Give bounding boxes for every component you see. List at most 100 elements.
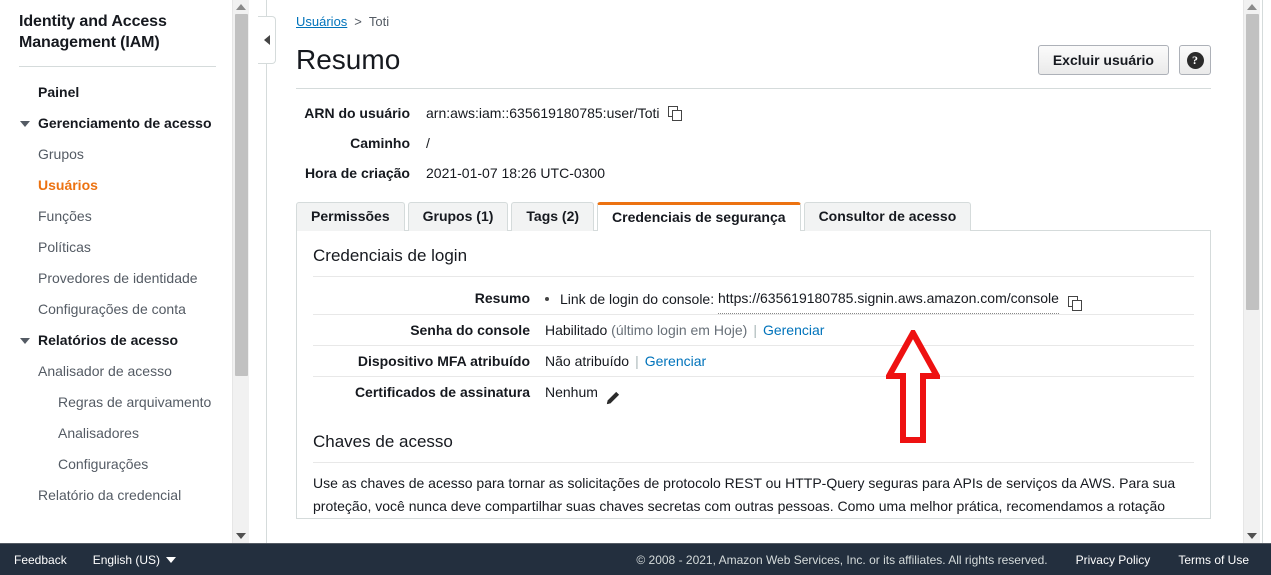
- header-divider: [296, 88, 1211, 89]
- credential-label: Certificados de assinatura: [354, 384, 530, 400]
- manage-mfa-link[interactable]: Gerenciar: [645, 346, 706, 376]
- window-right-edge: [1262, 0, 1271, 543]
- sidebar-item-label: Grupos: [38, 146, 84, 162]
- sidebar-item-label: Painel: [38, 84, 80, 100]
- tab-grupos[interactable]: Grupos (1): [407, 202, 509, 231]
- sidebar-nav: Painel Gerenciamento de acesso Grupos Us…: [0, 67, 232, 511]
- tab-permissoes[interactable]: Permissões: [296, 202, 405, 231]
- credential-value: Link de login do console: https://635619…: [545, 283, 1082, 314]
- tab-credenciais-de-seguranca[interactable]: Credenciais de segurança: [597, 202, 801, 232]
- signing-certificates-status: Nenhum: [545, 384, 598, 400]
- sidebar-item-label: Provedores de identidade: [38, 270, 198, 286]
- copy-icon-svg: [668, 105, 683, 121]
- console-login-link-prefix: Link de login do console:: [560, 290, 715, 307]
- summary-row-path: Caminho /: [296, 128, 1211, 158]
- footer-right: © 2008 - 2021, Amazon Web Services, Inc.…: [636, 553, 1271, 567]
- copyright-text: © 2008 - 2021, Amazon Web Services, Inc.…: [636, 552, 1048, 567]
- sidebar-scrollbar[interactable]: [232, 0, 249, 543]
- privacy-policy-link[interactable]: Privacy Policy: [1076, 553, 1151, 567]
- credential-row-certificados: Certificados de assinatura Nenhum: [313, 377, 1194, 407]
- summary-label: Hora de criação: [304, 165, 410, 181]
- summary-value: /: [426, 135, 430, 151]
- terms-of-use-link[interactable]: Terms of Use: [1178, 553, 1249, 567]
- scroll-down-arrow-icon[interactable]: [1247, 533, 1257, 539]
- help-button[interactable]: ?: [1179, 45, 1211, 75]
- sidebar-item-provedores-de-identidade[interactable]: Provedores de identidade: [0, 263, 232, 294]
- bullet-icon: [545, 296, 549, 301]
- scroll-down-arrow-icon[interactable]: [236, 533, 246, 539]
- tab-bar: Permissões Grupos (1) Tags (2) Credencia…: [296, 202, 1211, 232]
- credential-label: Dispositivo MFA atribuído: [357, 353, 530, 369]
- sidebar-item-label: Funções: [38, 208, 92, 224]
- password-last-login-note: (último login em Hoje): [611, 322, 748, 338]
- language-label: English (US): [92, 552, 161, 567]
- footer-bar: Feedback English (US) © 2008 - 2021, Ama…: [0, 543, 1271, 575]
- summary-value: arn:aws:iam::635619180785:user/Toti: [426, 105, 683, 121]
- help-icon: ?: [1186, 51, 1204, 69]
- password-status: Habilitado: [545, 322, 608, 338]
- sidebar-scrollbar-thumb[interactable]: [235, 14, 248, 376]
- language-selector[interactable]: English (US): [92, 552, 177, 567]
- credential-value: Não atribuído | Gerenciar: [545, 346, 706, 376]
- pencil-icon-svg: [606, 391, 620, 405]
- manage-password-link[interactable]: Gerenciar: [763, 315, 824, 345]
- summary-row-creation-time: Hora de criação 2021-01-07 18:26 UTC-030…: [296, 158, 1211, 188]
- sidebar-collapse-button[interactable]: [258, 16, 276, 64]
- chevron-down-icon: [166, 556, 177, 563]
- iam-console-page: Identity and Access Management (IAM) Pai…: [0, 0, 1271, 575]
- scroll-up-arrow-icon[interactable]: [1247, 4, 1257, 10]
- mfa-status: Não atribuído: [545, 353, 630, 369]
- sidebar-item-label: Relatórios de acesso: [38, 332, 179, 348]
- sidebar-item-label: Regras de arquivamento: [58, 394, 212, 410]
- console-login-url[interactable]: https://635619180785.signin.aws.amazon.c…: [718, 283, 1059, 314]
- sidebar-item-funcoes[interactable]: Funções: [0, 201, 232, 232]
- breadcrumb-link-usuarios[interactable]: Usuários: [296, 14, 347, 29]
- sidebar-item-label: Analisador de acesso: [38, 363, 172, 379]
- user-arn-value: arn:aws:iam::635619180785:user/Toti: [426, 105, 660, 121]
- access-keys-title: Chaves de acesso: [313, 417, 1194, 463]
- sidebar-item-analisadores[interactable]: Analisadores: [0, 418, 232, 449]
- tab-consultor-de-acesso[interactable]: Consultor de acesso: [803, 202, 972, 231]
- sidebar-item-analisador-de-acesso[interactable]: Analisador de acesso: [0, 356, 232, 387]
- sidebar-item-label: Gerenciamento de acesso: [38, 115, 212, 131]
- sidebar-item-label: Configurações de conta: [38, 301, 186, 317]
- sidebar-item-relatorio-da-credencial[interactable]: Relatório da credencial: [0, 480, 232, 511]
- sidebar-item-configuracoes-de-conta[interactable]: Configurações de conta: [0, 294, 232, 325]
- sidebar-item-politicas[interactable]: Políticas: [0, 232, 232, 263]
- sidebar-item-grupos[interactable]: Grupos: [0, 139, 232, 170]
- main-scrollbar[interactable]: [1243, 0, 1260, 543]
- sidebar-group-relatorios-de-acesso[interactable]: Relatórios de acesso: [0, 325, 232, 356]
- sidebar-item-label: Analisadores: [58, 425, 139, 441]
- credential-label: Senha do console: [410, 322, 530, 338]
- sidebar-item-label: Configurações: [58, 456, 149, 472]
- sidebar-item-label: Usuários: [38, 177, 98, 193]
- credential-row-resumo: Resumo Link de login do console: https:/…: [313, 283, 1194, 315]
- copy-icon[interactable]: [668, 105, 683, 121]
- tab-tags[interactable]: Tags (2): [511, 202, 595, 231]
- feedback-link[interactable]: Feedback: [14, 553, 67, 567]
- sidebar-item-configuracoes[interactable]: Configurações: [0, 449, 232, 480]
- main-scrollbar-thumb[interactable]: [1246, 14, 1259, 310]
- delete-user-button[interactable]: Excluir usuário: [1037, 45, 1169, 75]
- chevron-down-icon: [20, 120, 30, 127]
- sidebar-item-painel[interactable]: Painel: [0, 77, 232, 108]
- scroll-up-arrow-icon[interactable]: [236, 4, 246, 10]
- page-header: Resumo Excluir usuário ?: [296, 40, 1211, 88]
- credential-label: Resumo: [474, 290, 530, 306]
- summary-fields: ARN do usuário arn:aws:iam::635619180785…: [296, 98, 1211, 188]
- sidebar-group-gerenciamento-de-acesso[interactable]: Gerenciamento de acesso: [0, 108, 232, 139]
- separator: |: [635, 353, 639, 369]
- security-credentials-panel: Credenciais de login Resumo Link de logi…: [296, 231, 1211, 519]
- credential-row-senha-do-console: Senha do console Habilitado (último logi…: [313, 315, 1194, 346]
- copy-icon[interactable]: [1067, 291, 1082, 311]
- login-credentials-rows: Resumo Link de login do console: https:/…: [313, 277, 1194, 407]
- credential-row-mfa: Dispositivo MFA atribuído Não atribuído |…: [313, 346, 1194, 377]
- sidebar: Identity and Access Management (IAM) Pai…: [0, 0, 232, 543]
- main-content: Usuários > Toti Resumo Excluir usuário ? A…: [267, 0, 1240, 543]
- pencil-icon[interactable]: [606, 385, 620, 405]
- summary-label: ARN do usuário: [304, 105, 410, 121]
- access-keys-description: Use as chaves de acesso para tornar as s…: [313, 475, 1176, 514]
- sidebar-item-regras-de-arquivamento[interactable]: Regras de arquivamento: [0, 387, 232, 418]
- sidebar-item-usuarios[interactable]: Usuários: [0, 170, 232, 201]
- summary-value: 2021-01-07 18:26 UTC-0300: [426, 165, 606, 181]
